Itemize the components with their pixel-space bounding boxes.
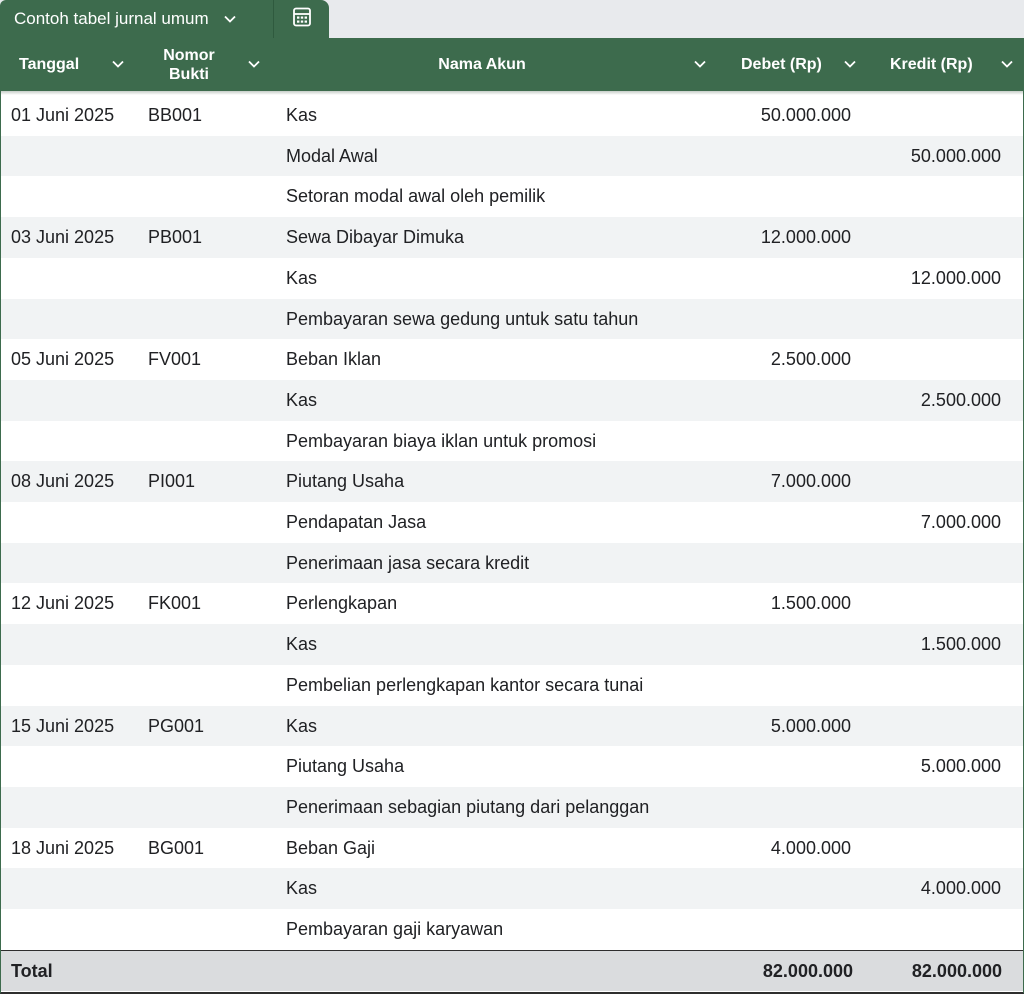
chevron-down-icon[interactable] [693, 57, 707, 71]
chevron-down-icon[interactable] [111, 57, 125, 71]
cell-date: 15 Juni 2025 [11, 715, 115, 736]
cell-account: Sewa Dibayar Dimuka [286, 227, 465, 248]
table-row[interactable]: 03 Juni 2025 PB001 Sewa Dibayar Dimuka 12.0… [1, 217, 1023, 258]
cell-date: 05 Juni 2025 [11, 349, 115, 370]
table-header: Tanggal Nomor Bukti Nama Akun Debet (Rp)… [1, 38, 1023, 91]
column-header-label: Kredit (Rp) [890, 56, 973, 73]
cell-ref: BG001 [148, 837, 205, 858]
cell-account: Beban Iklan [286, 349, 382, 370]
cell-debit: 50.000.000 [760, 105, 851, 125]
journal-table: Tanggal Nomor Bukti Nama Akun Debet (Rp)… [0, 38, 1024, 994]
cell-credit: 7.000.000 [920, 512, 1001, 532]
table-row[interactable]: 08 Juni 2025 PI001 Piutang Usaha 7.000.000 [1, 461, 1023, 502]
cell-account: Kas [286, 634, 318, 655]
table-row[interactable]: Pembayaran gaji karyawan [1, 909, 1023, 950]
column-header-label: Nomor Bukti [163, 46, 215, 83]
cell-account: Modal Awal [286, 145, 378, 166]
table-name-label: Contoh tabel jurnal umum [14, 9, 209, 28]
table-row[interactable]: 15 Juni 2025 PG001 Kas 5.000.000 [1, 705, 1023, 747]
column-header-date[interactable]: Tanggal [1, 38, 137, 91]
column-header-credit[interactable]: Kredit (Rp) [869, 38, 1023, 91]
chevron-down-icon[interactable] [247, 57, 261, 71]
table-row[interactable]: Penerimaan jasa secara kredit [1, 542, 1023, 584]
cell-ref: FV001 [148, 349, 202, 370]
cell-ref: BB001 [148, 105, 203, 125]
cell-account: Pembayaran gaji karyawan [286, 919, 504, 939]
table-row[interactable]: 18 Juni 2025 BG001 Beban Gaji 4.000.000 [1, 828, 1023, 869]
table-row[interactable]: Piutang Usaha 5.000.000 [1, 746, 1023, 787]
table-row[interactable]: Setoran modal awal oleh pemilik [1, 176, 1023, 217]
cell-credit: 4.000.000 [920, 878, 1001, 899]
cell-debit: 12.000.000 [760, 227, 851, 248]
cell-account: Perlengkapan [286, 593, 398, 614]
table-row[interactable]: Modal Awal 50.000.000 [1, 135, 1023, 177]
cell-account: Kas [286, 715, 318, 736]
column-header-account[interactable]: Nama Akun [273, 38, 719, 91]
cell-ref: PI001 [148, 471, 196, 492]
column-header-debit[interactable]: Debet (Rp) [719, 38, 869, 91]
column-header-label: Debet (Rp) [741, 56, 822, 73]
cell-date: 12 Juni 2025 [11, 593, 115, 614]
table-row[interactable]: Penerimaan sebagian piutang dari pelangg… [1, 786, 1023, 828]
cell-credit: 1.500.000 [920, 634, 1001, 655]
cell-credit: 50.000.000 [910, 145, 1001, 166]
cell-date: 18 Juni 2025 [11, 837, 115, 858]
cell-account: Pembelian perlengkapan kantor secara tun… [286, 674, 644, 695]
table-row[interactable]: Pembayaran biaya iklan untuk promosi [1, 421, 1023, 462]
cell-account: Kas [286, 267, 318, 288]
cell-credit: 12.000.000 [910, 267, 1001, 288]
cell-date: 01 Juni 2025 [11, 105, 115, 125]
table-row[interactable]: Kas 2.500.000 [1, 379, 1023, 421]
total-row[interactable]: Total 82.000.000 82.000.000 [1, 950, 1023, 991]
cell-account: Penerimaan jasa secara kredit [286, 552, 530, 573]
total-debit: 82.000.000 [762, 961, 853, 981]
cell-account: Pembayaran biaya iklan untuk promosi [286, 430, 597, 451]
total-credit: 82.000.000 [911, 961, 1002, 981]
cell-ref: PB001 [148, 227, 203, 248]
cell-ref: FK001 [148, 593, 202, 614]
table-row[interactable]: 05 Juni 2025 FV001 Beban Iklan 2.500.000 [1, 339, 1023, 380]
table-grid-icon [291, 6, 313, 33]
table-row[interactable]: 12 Juni 2025 FK001 Perlengkapan 1.500.000 [1, 583, 1023, 624]
table-view-button[interactable] [274, 0, 329, 38]
chevron-down-icon[interactable] [843, 57, 857, 71]
cell-account: Piutang Usaha [286, 756, 405, 777]
cell-account: Kas [286, 878, 318, 899]
table-row[interactable]: 01 Juni 2025 BB001 Kas 50.000.000 [1, 95, 1023, 136]
cell-account: Kas [286, 105, 318, 125]
cell-debit: 5.000.000 [770, 715, 851, 736]
cell-debit: 1.500.000 [770, 593, 851, 614]
cell-credit: 5.000.000 [920, 756, 1001, 777]
column-header-label: Nama Akun [438, 56, 526, 73]
table-row[interactable]: Kas 12.000.000 [1, 258, 1023, 299]
cell-date: 03 Juni 2025 [11, 227, 115, 248]
cell-account: Piutang Usaha [286, 471, 405, 492]
cell-account: Setoran modal awal oleh pemilik [286, 186, 546, 207]
chevron-down-icon[interactable] [1000, 57, 1014, 71]
table-row[interactable]: Kas 1.500.000 [1, 624, 1023, 665]
cell-account: Pembayaran sewa gedung untuk satu tahun [286, 308, 639, 329]
cell-account: Beban Gaji [286, 837, 376, 858]
table-row[interactable]: Pembayaran sewa gedung untuk satu tahun [1, 298, 1023, 340]
table-row[interactable]: Pembelian perlengkapan kantor secara tun… [1, 665, 1023, 706]
cell-credit: 2.500.000 [920, 389, 1001, 410]
cell-date: 08 Juni 2025 [11, 471, 115, 492]
cell-ref: PG001 [148, 715, 205, 736]
total-label: Total [11, 961, 53, 981]
column-header-ref[interactable]: Nomor Bukti [137, 38, 273, 91]
cell-debit: 4.000.000 [770, 837, 851, 858]
table-row[interactable]: Pendapatan Jasa 7.000.000 [1, 502, 1023, 543]
table-name-tab[interactable]: Contoh tabel jurnal umum [0, 0, 273, 38]
cell-account: Pendapatan Jasa [286, 512, 427, 532]
table-row[interactable]: Kas 4.000.000 [1, 868, 1023, 909]
cell-debit: 7.000.000 [770, 471, 851, 492]
cell-debit: 2.500.000 [770, 349, 851, 370]
cell-account: Penerimaan sebagian piutang dari pelangg… [286, 796, 650, 817]
chevron-down-icon[interactable] [223, 12, 237, 26]
cell-account: Kas [286, 389, 318, 410]
column-header-label: Tanggal [19, 56, 80, 73]
